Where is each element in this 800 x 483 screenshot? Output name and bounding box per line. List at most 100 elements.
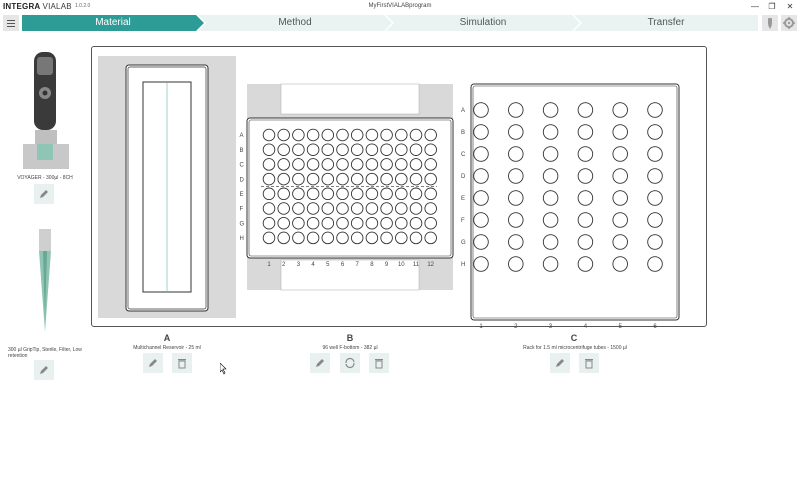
minimize-button[interactable]: — bbox=[748, 1, 762, 13]
rack-tube-position[interactable] bbox=[647, 102, 663, 118]
rack-tube-position[interactable] bbox=[647, 146, 663, 162]
slot-a-labware[interactable] bbox=[98, 56, 238, 320]
plate-well[interactable] bbox=[365, 143, 379, 156]
plate-well[interactable] bbox=[277, 187, 290, 201]
rack-tube-position[interactable] bbox=[612, 146, 628, 162]
plate-well[interactable] bbox=[409, 187, 423, 201]
rack-tube-position[interactable] bbox=[473, 102, 489, 118]
rack-tube-position[interactable] bbox=[508, 212, 524, 228]
plate-well[interactable] bbox=[365, 172, 379, 186]
plate-well[interactable] bbox=[350, 202, 364, 215]
plate-well[interactable] bbox=[306, 128, 320, 142]
plate-well[interactable] bbox=[262, 143, 276, 156]
plate-well[interactable] bbox=[395, 158, 408, 171]
rack-tube-position[interactable] bbox=[647, 234, 663, 250]
plate-well[interactable] bbox=[409, 172, 423, 186]
plate-well[interactable] bbox=[395, 202, 408, 215]
plate-well[interactable] bbox=[321, 202, 335, 215]
plate-well[interactable] bbox=[336, 202, 349, 215]
plate-well[interactable] bbox=[277, 216, 290, 230]
rack-tube-position[interactable] bbox=[473, 234, 489, 250]
rack-tube-position[interactable] bbox=[508, 124, 524, 140]
plate-well[interactable] bbox=[277, 202, 290, 215]
plate-well[interactable] bbox=[365, 216, 379, 230]
plate-well[interactable] bbox=[277, 172, 290, 186]
rack-tube-position[interactable] bbox=[577, 124, 594, 140]
plate-well[interactable] bbox=[395, 187, 408, 201]
plate-well[interactable] bbox=[336, 231, 349, 245]
plate-well[interactable] bbox=[424, 187, 437, 201]
plate-well[interactable] bbox=[350, 231, 364, 245]
plate-well[interactable] bbox=[306, 143, 320, 156]
plate-well[interactable] bbox=[306, 231, 320, 245]
rack-tube-position[interactable] bbox=[508, 190, 524, 206]
plate-well[interactable] bbox=[336, 158, 349, 171]
rack-tube-position[interactable] bbox=[577, 234, 594, 250]
plate-well[interactable] bbox=[380, 187, 393, 201]
plate-well[interactable] bbox=[306, 202, 320, 215]
plate-well[interactable] bbox=[380, 158, 393, 171]
plate-well[interactable] bbox=[424, 158, 437, 171]
plate-well[interactable] bbox=[350, 128, 364, 142]
rack-tube-position[interactable] bbox=[542, 190, 559, 206]
rack-tube-position[interactable] bbox=[473, 190, 489, 206]
rack-tube-position[interactable] bbox=[612, 256, 628, 272]
rack-tube-position[interactable] bbox=[542, 212, 559, 228]
tab-material[interactable]: Material bbox=[22, 15, 204, 31]
plate-well[interactable] bbox=[292, 172, 305, 186]
plate-well[interactable] bbox=[409, 231, 423, 245]
plate-well[interactable] bbox=[365, 231, 379, 245]
plate-well[interactable] bbox=[277, 231, 290, 245]
plate-well[interactable] bbox=[292, 231, 305, 245]
rack-tube-position[interactable] bbox=[508, 256, 524, 272]
plate-well[interactable] bbox=[380, 128, 393, 142]
close-button[interactable]: ✕ bbox=[783, 1, 797, 13]
rack-tube-position[interactable] bbox=[612, 102, 628, 118]
rack-tube-position[interactable] bbox=[612, 234, 628, 250]
tab-method[interactable]: Method bbox=[198, 15, 392, 31]
delete-slot-b-button[interactable] bbox=[369, 353, 389, 373]
edit-tip-button[interactable] bbox=[34, 360, 54, 380]
plate-well[interactable] bbox=[409, 128, 423, 142]
plate-well[interactable] bbox=[292, 216, 305, 230]
rack-tube-position[interactable] bbox=[473, 146, 489, 162]
plate-well[interactable] bbox=[380, 231, 393, 245]
rack-tube-position[interactable] bbox=[508, 168, 524, 184]
rack-tube-position[interactable] bbox=[647, 212, 663, 228]
plate-well[interactable] bbox=[306, 216, 320, 230]
plate-well[interactable] bbox=[321, 128, 335, 142]
plate-well[interactable] bbox=[336, 128, 349, 142]
plate-well[interactable] bbox=[292, 158, 305, 171]
edit-slot-b-button[interactable] bbox=[310, 353, 330, 373]
slot-c-labware[interactable]: A B C D E F G H 1 2 3 4 5 6 bbox=[461, 82, 681, 330]
plate-well[interactable] bbox=[380, 216, 393, 230]
rack-tube-position[interactable] bbox=[612, 212, 628, 228]
plate-well[interactable] bbox=[409, 158, 423, 171]
rack-tube-position[interactable] bbox=[612, 124, 628, 140]
menu-button[interactable] bbox=[3, 15, 19, 31]
plate-well[interactable] bbox=[424, 172, 437, 186]
plate-well[interactable] bbox=[395, 128, 408, 142]
rack-tube-position[interactable] bbox=[577, 190, 594, 206]
plate-well[interactable] bbox=[424, 143, 437, 156]
rack-tube-position[interactable] bbox=[647, 190, 663, 206]
plate-well[interactable] bbox=[277, 143, 290, 156]
plate-well[interactable] bbox=[336, 172, 349, 186]
plate-well[interactable] bbox=[277, 158, 290, 171]
rack-tube-position[interactable] bbox=[647, 124, 663, 140]
plate-well[interactable] bbox=[409, 202, 423, 215]
plate-well[interactable] bbox=[292, 143, 305, 156]
plate-well[interactable] bbox=[365, 187, 379, 201]
plate-well[interactable] bbox=[262, 172, 276, 186]
plate-well[interactable] bbox=[277, 128, 290, 142]
plate-well[interactable] bbox=[365, 202, 379, 215]
rack-tube-position[interactable] bbox=[542, 124, 559, 140]
plate-well[interactable] bbox=[336, 143, 349, 156]
plate-well[interactable] bbox=[336, 187, 349, 201]
plate-well[interactable] bbox=[350, 187, 364, 201]
plate-well[interactable] bbox=[424, 202, 437, 215]
plate-well[interactable] bbox=[306, 172, 320, 186]
rack-tube-position[interactable] bbox=[612, 168, 628, 184]
plate-well[interactable] bbox=[380, 143, 393, 156]
plate-well[interactable] bbox=[350, 158, 364, 171]
